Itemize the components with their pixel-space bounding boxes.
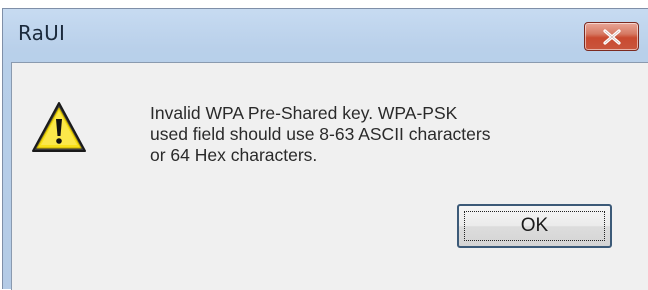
message-dialog: RaUI Invalid WPA Pre-Shared key. WPA-PSK… (2, 8, 648, 290)
message-text: Invalid WPA Pre-Shared key. WPA-PSK used… (150, 103, 610, 166)
close-icon (602, 28, 621, 45)
title-bar[interactable]: RaUI (3, 9, 648, 61)
warning-icon (32, 102, 86, 152)
ok-button-label: OK (520, 215, 549, 236)
window-title: RaUI (18, 21, 66, 45)
message-line: or 64 Hex characters. (150, 145, 318, 165)
message-line: Invalid WPA Pre-Shared key. WPA-PSK (150, 103, 458, 123)
ok-button[interactable]: OK (457, 204, 612, 248)
close-button[interactable] (584, 22, 639, 51)
dialog-body: Invalid WPA Pre-Shared key. WPA-PSK used… (11, 62, 648, 290)
message-line: used field should use 8-63 ASCII charact… (150, 124, 491, 144)
